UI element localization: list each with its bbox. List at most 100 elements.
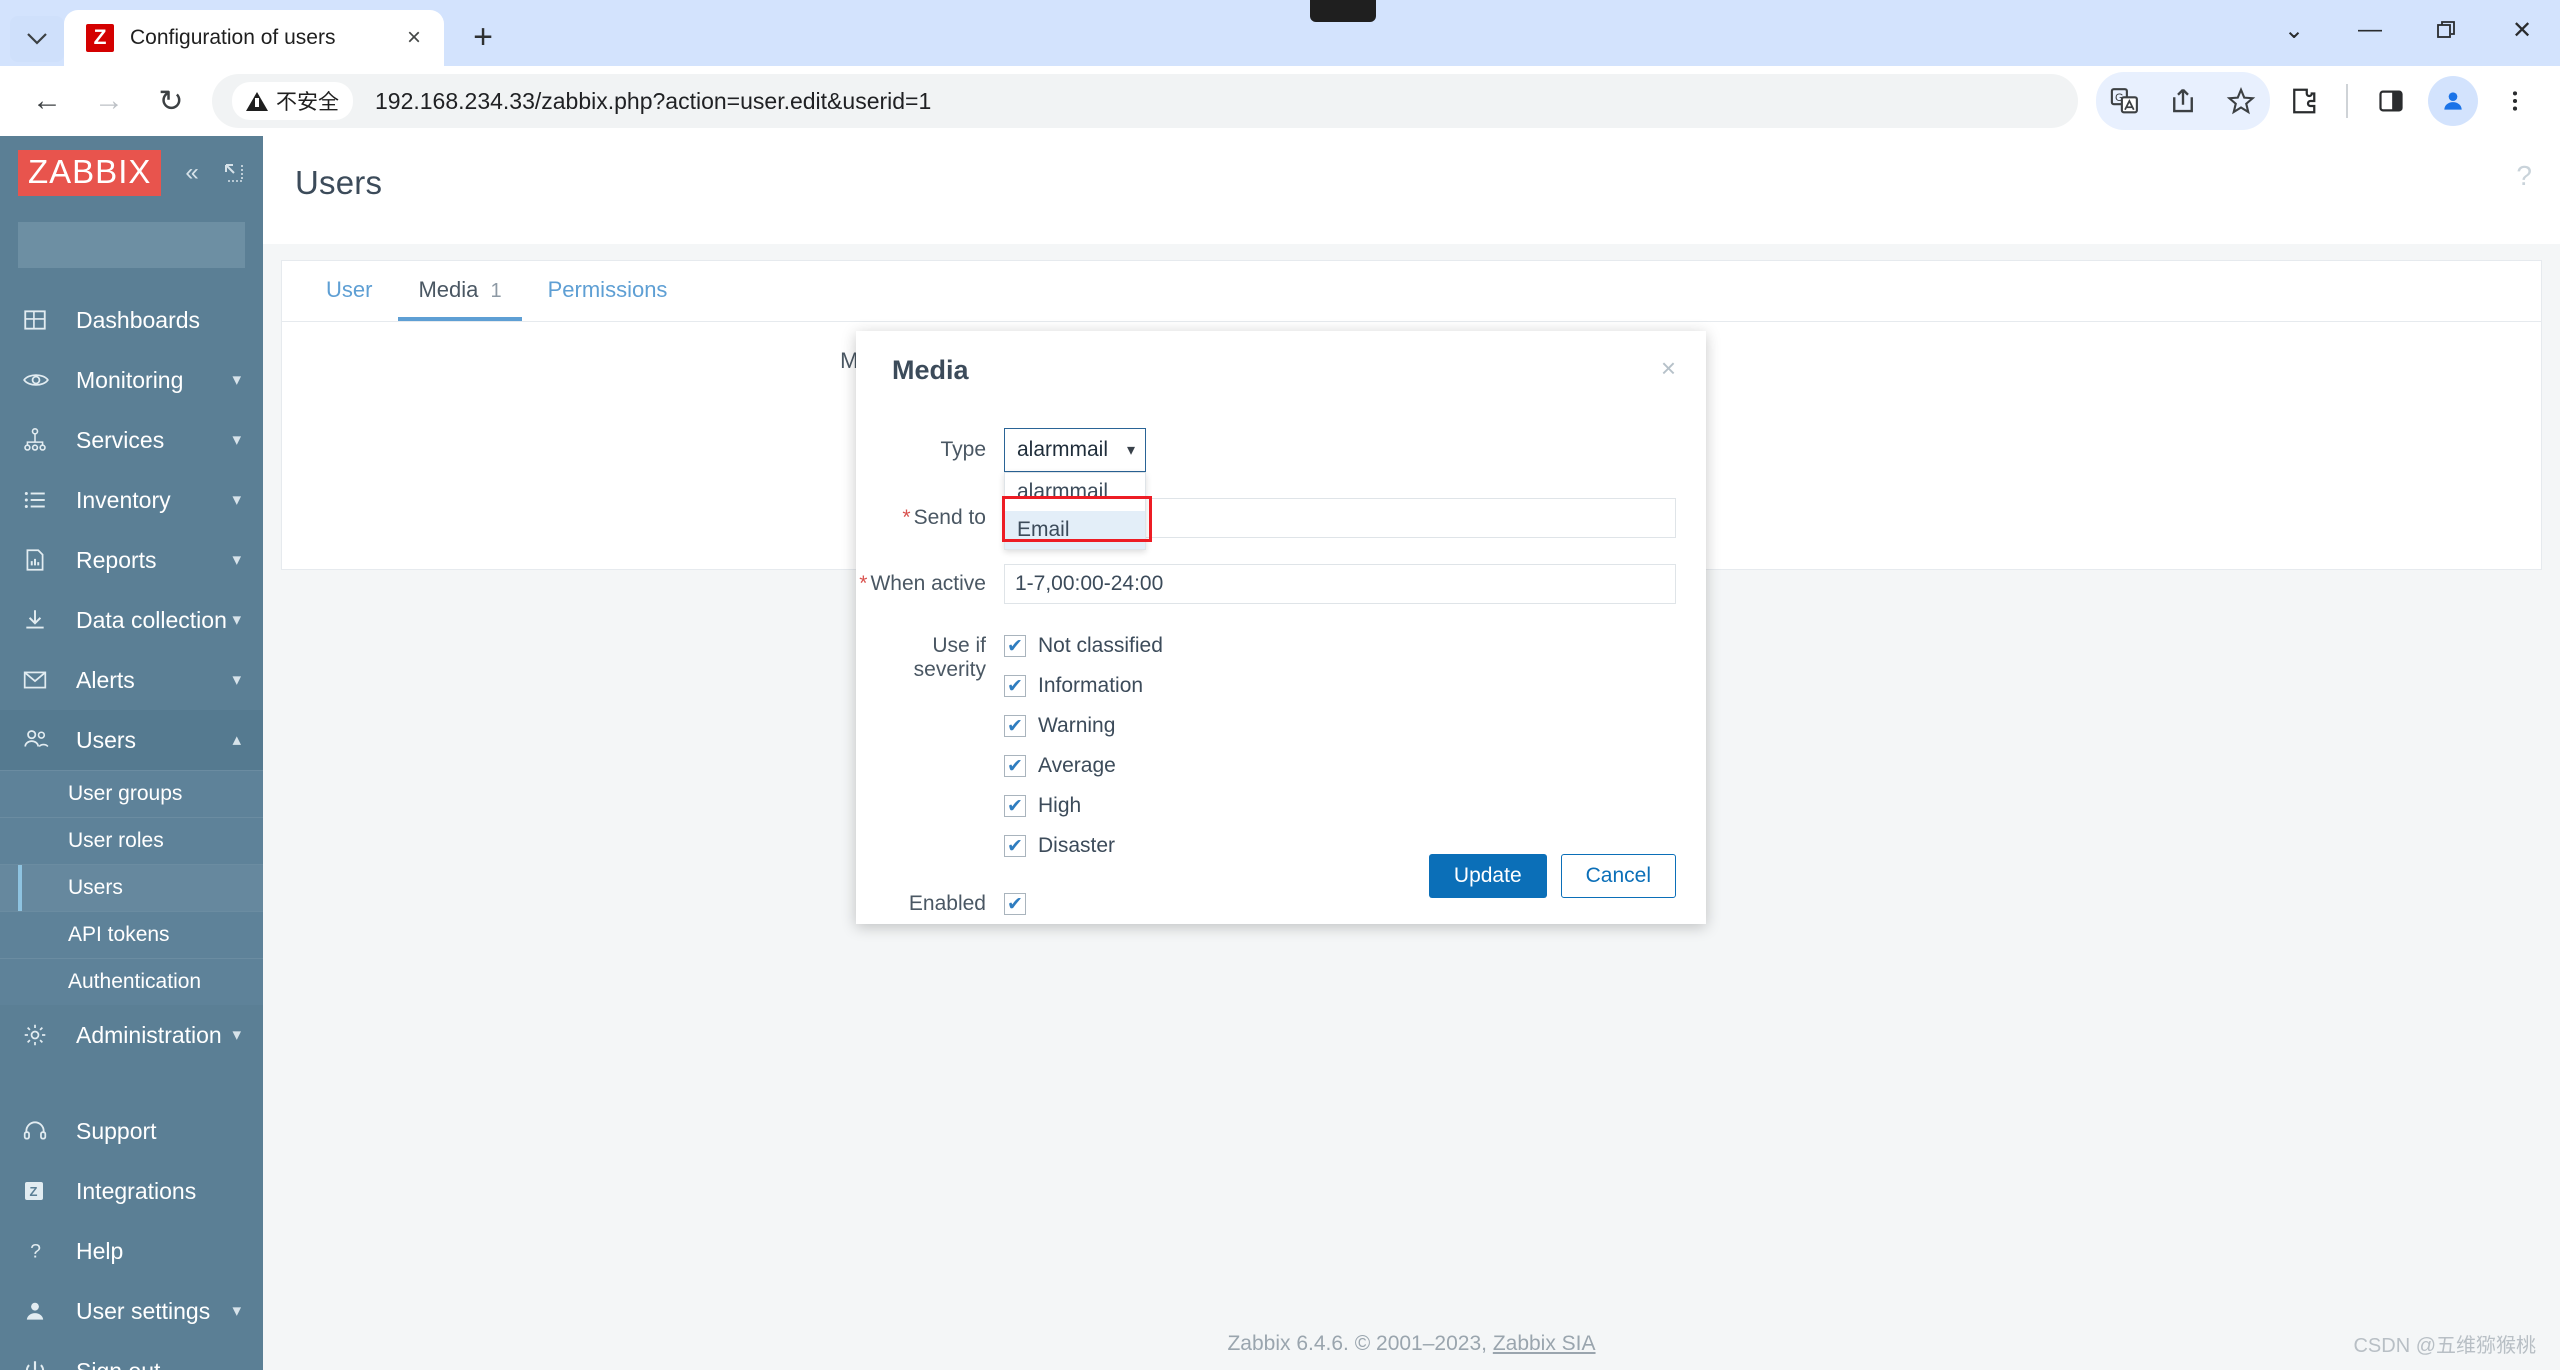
bookmark-star-icon[interactable] [2212,72,2270,130]
modal-header: Media × [856,331,1706,386]
sidebar-item-help[interactable]: ? Help [0,1221,263,1281]
required-asterisk: * [902,506,911,529]
sidebar-search[interactable] [18,222,263,268]
send-to-label: * Send to [902,506,986,529]
option-alarmmail[interactable]: alarmmail [1005,473,1145,511]
headset-icon [22,1118,64,1144]
checkbox-icon[interactable] [1004,835,1026,857]
type-select[interactable]: alarmmail ▾ [1004,428,1146,472]
modal-update-button[interactable]: Update [1428,854,1547,898]
tab-close-icon[interactable]: × [396,20,432,56]
help-icon[interactable]: ? [2516,160,2532,192]
sidebar-label: Administration [76,1021,222,1048]
tab-media[interactable]: Media 1 [398,261,522,321]
checkbox-icon[interactable] [1004,675,1026,697]
sidebar-item-user-settings[interactable]: User settings ▾ [0,1281,263,1341]
severity-option-not-classified[interactable]: Not classified [1004,634,1676,658]
security-indicator[interactable]: 不安全 [232,82,353,120]
footer: Zabbix 6.4.6. © 2001–2023, Zabbix SIA [263,1332,2560,1356]
sidebar-item-reports[interactable]: Reports ▾ [0,530,263,590]
checkbox-icon[interactable] [1004,715,1026,737]
sidebar-item-user-roles[interactable]: User roles [0,817,263,864]
search-input[interactable] [32,234,263,256]
extensions-puzzle-icon[interactable] [2274,72,2332,130]
sidebar-item-sign-out[interactable]: Sign out [0,1341,263,1370]
severity-option-label: Average [1038,754,1116,777]
sidebar-item-inventory[interactable]: Inventory ▾ [0,470,263,530]
sidebar-item-monitoring[interactable]: Monitoring ▾ [0,350,263,410]
dashboard-icon [22,307,64,333]
sidebar-item-integrations[interactable]: Z Integrations [0,1161,263,1221]
type-selected-value: alarmmail [1017,438,1109,461]
window-drag-handle[interactable] [1310,0,1376,22]
translate-icon[interactable]: G [2096,72,2154,130]
chevron-down-icon: ▾ [232,430,241,449]
checkbox-icon[interactable] [1004,795,1026,817]
new-tab-button[interactable]: + [456,10,510,64]
close-window-icon[interactable]: ✕ [2484,0,2560,60]
tab-search-caret-icon[interactable] [10,16,64,62]
sidebar-item-user-groups[interactable]: User groups [0,770,263,817]
forward-icon[interactable]: → [78,70,140,132]
tab-permissions[interactable]: Permissions [528,261,688,321]
back-icon[interactable]: ← [16,70,78,132]
option-email[interactable]: Email [1005,511,1145,549]
sidebar-item-support[interactable]: Support [0,1101,263,1161]
sidebar-item-authentication[interactable]: Authentication [0,958,263,1005]
tab-label: Permissions [547,277,668,302]
window-controls: ⌄ — ✕ [2256,0,2560,60]
address-bar[interactable]: 不安全 192.168.234.33/zabbix.php?action=use… [212,74,2078,128]
chevron-down-icon: ▾ [232,1025,241,1044]
sidebar-header: ZABBIX « [0,136,263,210]
modal-close-icon[interactable]: × [1661,355,1676,386]
sidebar-item-users-list[interactable]: Users [0,864,263,911]
sidebar-item-services[interactable]: Services ▾ [0,410,263,470]
tab-label: Media [418,277,479,302]
modal-row-send-to: * Send to [856,498,1706,538]
sidebar-item-api-tokens[interactable]: API tokens [0,911,263,958]
hide-sidebar-icon[interactable] [223,162,245,184]
tab-count: 1 [490,280,502,302]
severity-option-high[interactable]: High [1004,794,1676,818]
severity-option-information[interactable]: Information [1004,674,1676,698]
sidebar-item-data-collection[interactable]: Data collection ▾ [0,590,263,650]
sidebar-item-users[interactable]: Users ▴ [0,710,263,770]
side-panel-icon[interactable] [2362,72,2420,130]
sidebar-submenu-users: User groups User roles Users API tokens … [0,770,263,1005]
question-icon: ? [22,1238,64,1264]
severity-option-average[interactable]: Average [1004,754,1676,778]
reload-icon[interactable]: ↻ [140,70,202,132]
modal-row-severity: Use if severity Not classified Informati… [856,634,1706,858]
sidebar-item-dashboards[interactable]: Dashboards [0,290,263,350]
severity-option-warning[interactable]: Warning [1004,714,1676,738]
modal-footer: Update Cancel [1428,854,1676,898]
modal-cancel-button[interactable]: Cancel [1560,854,1676,898]
tab-user[interactable]: User [306,261,392,321]
sidebar-label: Data collection [76,606,227,633]
zabbix-app: ZABBIX « Dashboards Monitoring ▾ Service… [0,136,2560,1370]
collapse-sidebar-icon[interactable]: « [185,159,198,187]
severity-label: Use if severity [913,634,986,681]
envelope-icon [22,667,64,693]
severity-field: Not classified Information Warning Avera… [1004,634,1706,858]
chevron-down-icon: ▾ [232,490,241,509]
browser-menu-icon[interactable] [2486,72,2544,130]
enabled-checkbox-icon[interactable] [1004,893,1026,915]
minimize-icon[interactable]: — [2332,0,2408,60]
restore-icon[interactable] [2408,0,2484,60]
svg-text:Z: Z [30,1184,38,1199]
profile-avatar[interactable] [2424,72,2482,130]
share-icon[interactable] [2154,72,2212,130]
sidebar-item-administration[interactable]: Administration ▾ [0,1005,263,1065]
footer-link[interactable]: Zabbix SIA [1493,1332,1596,1355]
browser-window: Z Configuration of users × + ⌄ — ✕ ← → ↻ [0,0,2560,1370]
browser-tab[interactable]: Z Configuration of users × [64,10,444,66]
sidebar-item-alerts[interactable]: Alerts ▾ [0,650,263,710]
sidebar-label: Alerts [76,666,135,693]
zabbix-logo[interactable]: ZABBIX [18,150,162,196]
when-active-input[interactable] [1004,564,1676,604]
sidebar-label: Reports [76,546,157,573]
checkbox-icon[interactable] [1004,755,1026,777]
checkbox-icon[interactable] [1004,635,1026,657]
tab-list-caret-icon[interactable]: ⌄ [2256,0,2332,60]
